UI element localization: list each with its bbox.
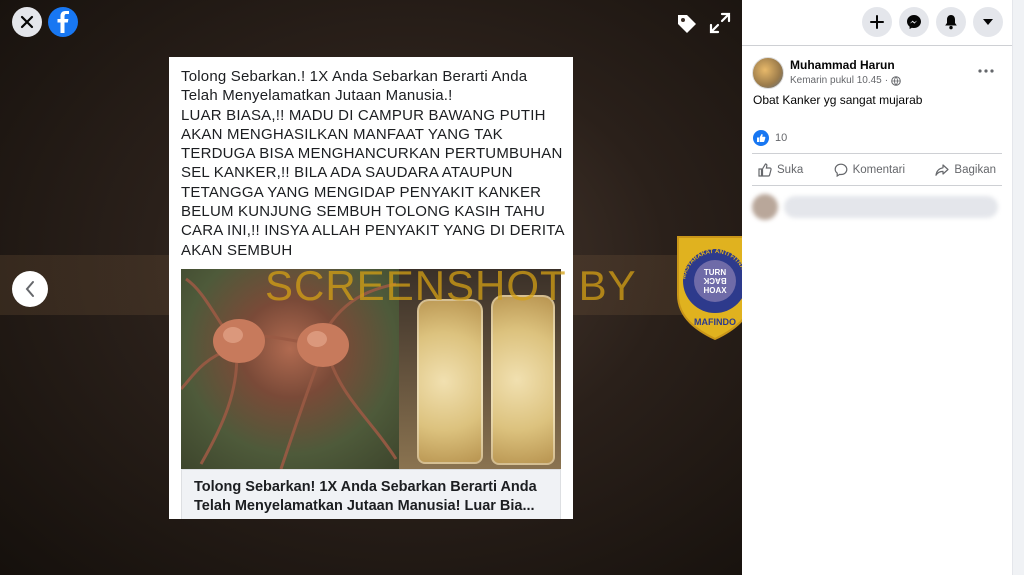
- svg-text:HOAX: HOAX: [703, 286, 727, 295]
- bell-icon: [945, 15, 957, 30]
- caret-down-icon: [983, 19, 993, 25]
- svg-text:MAFINDO: MAFINDO: [694, 317, 736, 327]
- comment-button[interactable]: Komentari: [828, 158, 911, 182]
- post-time[interactable]: Kemarin pukul 10.45: [790, 75, 882, 86]
- expand-icon: [709, 12, 731, 34]
- avatar[interactable]: [752, 57, 784, 89]
- facebook-f-icon: [57, 11, 69, 33]
- like-count: 10: [775, 132, 788, 144]
- watermark-text: SCREENSHOT BY: [265, 262, 637, 309]
- link-preview: Tolong Sebarkan! 1X Anda Sebarkan Berart…: [181, 469, 561, 519]
- commenter-avatar: [752, 194, 778, 220]
- more-options-button[interactable]: [976, 63, 996, 77]
- thumbs-up-icon: [758, 163, 772, 177]
- messenger-button[interactable]: [899, 7, 929, 37]
- fullscreen-button[interactable]: [709, 12, 731, 34]
- reactions-summary[interactable]: 10: [753, 130, 787, 146]
- share-label: Bagikan: [954, 164, 996, 176]
- tag-photo-button[interactable]: [675, 12, 699, 36]
- share-icon: [935, 164, 950, 176]
- post-caption: Obat Kanker yg sangat mujarab: [753, 93, 923, 107]
- messenger-icon: [907, 15, 921, 29]
- comment-input-row: [752, 192, 1000, 220]
- comment-input[interactable]: [784, 196, 998, 218]
- chevron-left-icon: [25, 281, 34, 297]
- page-scrollbar[interactable]: [1012, 0, 1024, 575]
- share-button[interactable]: Bagikan: [929, 158, 1002, 182]
- post-actions: Suka Komentari Bagikan: [752, 158, 1002, 182]
- create-button[interactable]: [862, 7, 892, 37]
- comment-icon: [834, 163, 848, 177]
- close-button[interactable]: [12, 7, 42, 37]
- globe-icon: [891, 75, 901, 86]
- like-button[interactable]: Suka: [752, 158, 809, 182]
- post-sidebar: [742, 0, 1012, 575]
- link-preview-title: Tolong Sebarkan! 1X Anda Sebarkan Berart…: [194, 479, 537, 514]
- svg-text:TURN: TURN: [704, 268, 726, 277]
- account-menu-button[interactable]: [973, 7, 1003, 37]
- plus-icon: [870, 15, 884, 29]
- close-icon: [20, 15, 34, 29]
- more-horizontal-icon: [978, 69, 994, 73]
- post-meta: Kemarin pukul 10.45 ·: [790, 75, 901, 86]
- top-right-actions: [862, 7, 1003, 37]
- mafindo-badge-icon: MASYARAKAT ANTI FITNAH INDONESIA TURN BA…: [672, 233, 742, 341]
- actions-bottom-divider: [752, 185, 1002, 186]
- photo-text: Tolong Sebarkan.! 1X Anda Sebarkan Berar…: [181, 68, 565, 259]
- photo-viewer: Tolong Sebarkan.! 1X Anda Sebarkan Berar…: [0, 0, 742, 575]
- actions-top-divider: [752, 153, 1002, 154]
- like-label: Suka: [777, 164, 804, 176]
- tag-icon: [678, 15, 696, 33]
- svg-text:BACK: BACK: [703, 276, 726, 285]
- notifications-button[interactable]: [936, 7, 966, 37]
- previous-photo-button[interactable]: [12, 271, 48, 307]
- comment-label: Komentari: [852, 164, 906, 176]
- author-name[interactable]: Muhammad Harun: [790, 58, 895, 72]
- header-divider: [742, 45, 1012, 46]
- facebook-logo[interactable]: [48, 7, 78, 37]
- like-reaction-icon: [753, 130, 769, 146]
